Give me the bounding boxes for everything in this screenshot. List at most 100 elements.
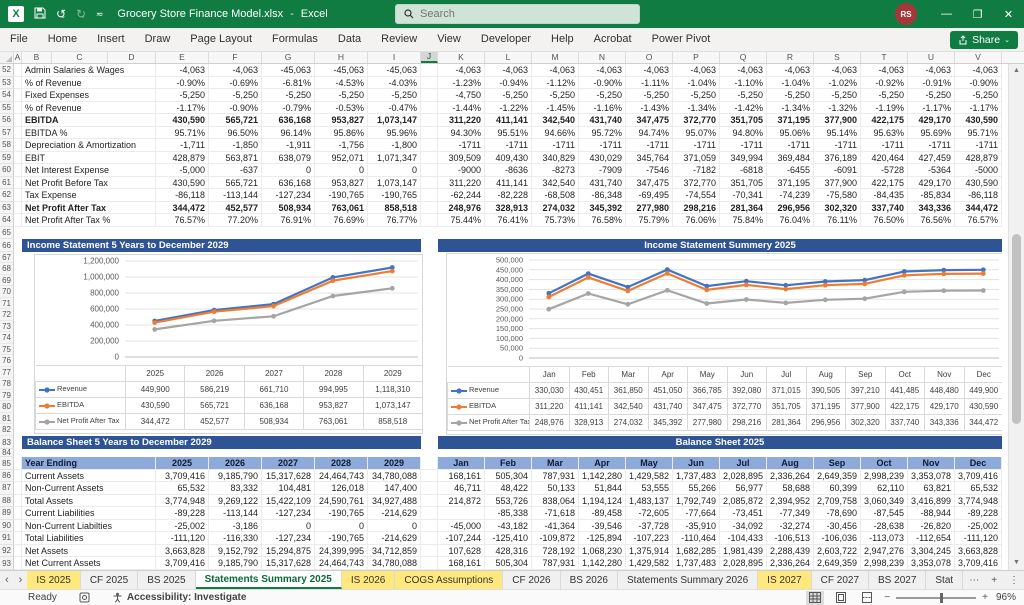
- cell[interactable]: -4,063: [485, 64, 532, 77]
- ribbon-tab-file[interactable]: File: [0, 28, 38, 51]
- cell[interactable]: -85,338: [485, 507, 532, 520]
- cell[interactable]: -4,063: [720, 64, 767, 77]
- cell[interactable]: -4,063: [955, 64, 1002, 77]
- cell[interactable]: 1,073,147: [368, 114, 421, 127]
- cell[interactable]: -43,182: [485, 519, 532, 532]
- cell[interactable]: -111,120: [955, 532, 1002, 545]
- cell[interactable]: 94.80%: [720, 126, 767, 139]
- cell[interactable]: 369,484: [767, 151, 814, 164]
- cell[interactable]: 60,399: [814, 482, 861, 495]
- cell[interactable]: [14, 469, 22, 482]
- cell[interactable]: [421, 482, 438, 495]
- cell[interactable]: 34,927,488: [368, 494, 421, 507]
- cell[interactable]: 371,059: [673, 151, 720, 164]
- cell[interactable]: -75,580: [814, 189, 861, 202]
- column-header-F[interactable]: F: [209, 52, 262, 63]
- column-header-S[interactable]: S: [814, 52, 861, 63]
- row-number[interactable]: 91: [0, 532, 14, 545]
- cell[interactable]: -0.91%: [908, 76, 955, 89]
- cell[interactable]: 95.72%: [579, 126, 626, 139]
- cell[interactable]: 2,603,722: [814, 544, 861, 557]
- cell[interactable]: [14, 151, 22, 164]
- cell[interactable]: 952,071: [315, 151, 368, 164]
- page-break-view-icon[interactable]: [858, 591, 876, 605]
- cell[interactable]: [14, 557, 22, 570]
- cell[interactable]: [14, 139, 22, 152]
- cell[interactable]: -5000: [955, 164, 1002, 177]
- cell[interactable]: [421, 64, 438, 77]
- cell[interactable]: -1.04%: [767, 76, 814, 89]
- cell[interactable]: -4,750: [438, 89, 485, 102]
- sheet-tab-bs-2026[interactable]: BS 2026: [561, 571, 618, 589]
- ribbon-tab-formulas[interactable]: Formulas: [262, 28, 328, 51]
- row-number[interactable]: 66: [0, 238, 14, 252]
- ribbon-tab-data[interactable]: Data: [328, 28, 371, 51]
- cell[interactable]: -87,545: [861, 507, 908, 520]
- cell[interactable]: -1711: [673, 139, 720, 152]
- column-header-E[interactable]: E: [156, 52, 209, 63]
- cell[interactable]: -1.11%: [626, 76, 673, 89]
- cell[interactable]: 728,192: [532, 544, 579, 557]
- cell[interactable]: Jun: [673, 456, 720, 470]
- cell[interactable]: [14, 126, 22, 139]
- cell[interactable]: 3,709,416: [955, 557, 1002, 570]
- cell[interactable]: 147,400: [368, 482, 421, 495]
- cell[interactable]: 15,294,875: [262, 544, 315, 557]
- row-number[interactable]: 77: [0, 367, 13, 378]
- cell[interactable]: 422,175: [861, 114, 908, 127]
- vertical-scroll-thumb[interactable]: [1012, 234, 1021, 424]
- cell[interactable]: 1,068,230: [579, 544, 626, 557]
- cell[interactable]: -6818: [720, 164, 767, 177]
- cell[interactable]: 1,737,483: [673, 557, 720, 570]
- cell[interactable]: [14, 114, 22, 127]
- row-number[interactable]: 72: [0, 309, 13, 321]
- cell[interactable]: 2,028,895: [720, 469, 767, 482]
- cell[interactable]: -6455: [767, 164, 814, 177]
- sheet-tab-cf-2026[interactable]: CF 2026: [503, 571, 561, 589]
- cell[interactable]: 94.66%: [532, 126, 579, 139]
- cell[interactable]: 75.79%: [626, 214, 673, 227]
- row-number[interactable]: 81: [0, 413, 13, 424]
- cell[interactable]: -104,433: [720, 532, 767, 545]
- cell[interactable]: -190,765: [315, 507, 368, 520]
- cell[interactable]: -0.92%: [861, 76, 908, 89]
- cell[interactable]: 95.71%: [156, 126, 209, 139]
- cell[interactable]: -109,872: [532, 532, 579, 545]
- row-number[interactable]: 79: [0, 390, 13, 401]
- cell[interactable]: Net Profit After Tax: [22, 201, 156, 214]
- cell[interactable]: 345,764: [626, 151, 673, 164]
- cell[interactable]: -8636: [485, 164, 532, 177]
- column-header-Q[interactable]: Q: [720, 52, 767, 63]
- cell[interactable]: 77.20%: [209, 214, 262, 227]
- cell[interactable]: -35,910: [673, 519, 720, 532]
- cell[interactable]: 787,931: [532, 557, 579, 570]
- row-number[interactable]: 83: [0, 435, 14, 449]
- excel-app-icon[interactable]: X: [8, 6, 24, 22]
- cell[interactable]: 76.04%: [767, 214, 814, 227]
- cell[interactable]: 302,320: [814, 201, 861, 214]
- cell[interactable]: [14, 456, 22, 470]
- cell[interactable]: Jul: [720, 456, 767, 470]
- cell[interactable]: 2,649,359: [814, 469, 861, 482]
- cell[interactable]: -89,458: [579, 507, 626, 520]
- cell[interactable]: -1711: [438, 139, 485, 152]
- new-sheet-button[interactable]: +: [985, 571, 1003, 589]
- row-number[interactable]: 86: [0, 469, 14, 482]
- cell[interactable]: -5,250: [209, 89, 262, 102]
- cell[interactable]: -73,451: [720, 507, 767, 520]
- cell[interactable]: 94.74%: [626, 126, 673, 139]
- cell[interactable]: -5,250: [262, 89, 315, 102]
- cell[interactable]: -6091: [814, 164, 861, 177]
- cell[interactable]: 75.84%: [720, 214, 767, 227]
- cell[interactable]: 65,532: [156, 482, 209, 495]
- cell[interactable]: -1,800: [368, 139, 421, 152]
- cell[interactable]: [421, 76, 438, 89]
- cell[interactable]: -113,144: [209, 507, 262, 520]
- cell[interactable]: 311,220: [438, 176, 485, 189]
- cell[interactable]: Tax Expense: [22, 189, 156, 202]
- cell[interactable]: 1,194,124: [579, 494, 626, 507]
- cell[interactable]: -116,330: [209, 532, 262, 545]
- cell[interactable]: 1,071,347: [368, 151, 421, 164]
- cell[interactable]: -4,063: [579, 64, 626, 77]
- sheet-tab-cogs-assumptions[interactable]: COGS Assumptions: [395, 571, 504, 589]
